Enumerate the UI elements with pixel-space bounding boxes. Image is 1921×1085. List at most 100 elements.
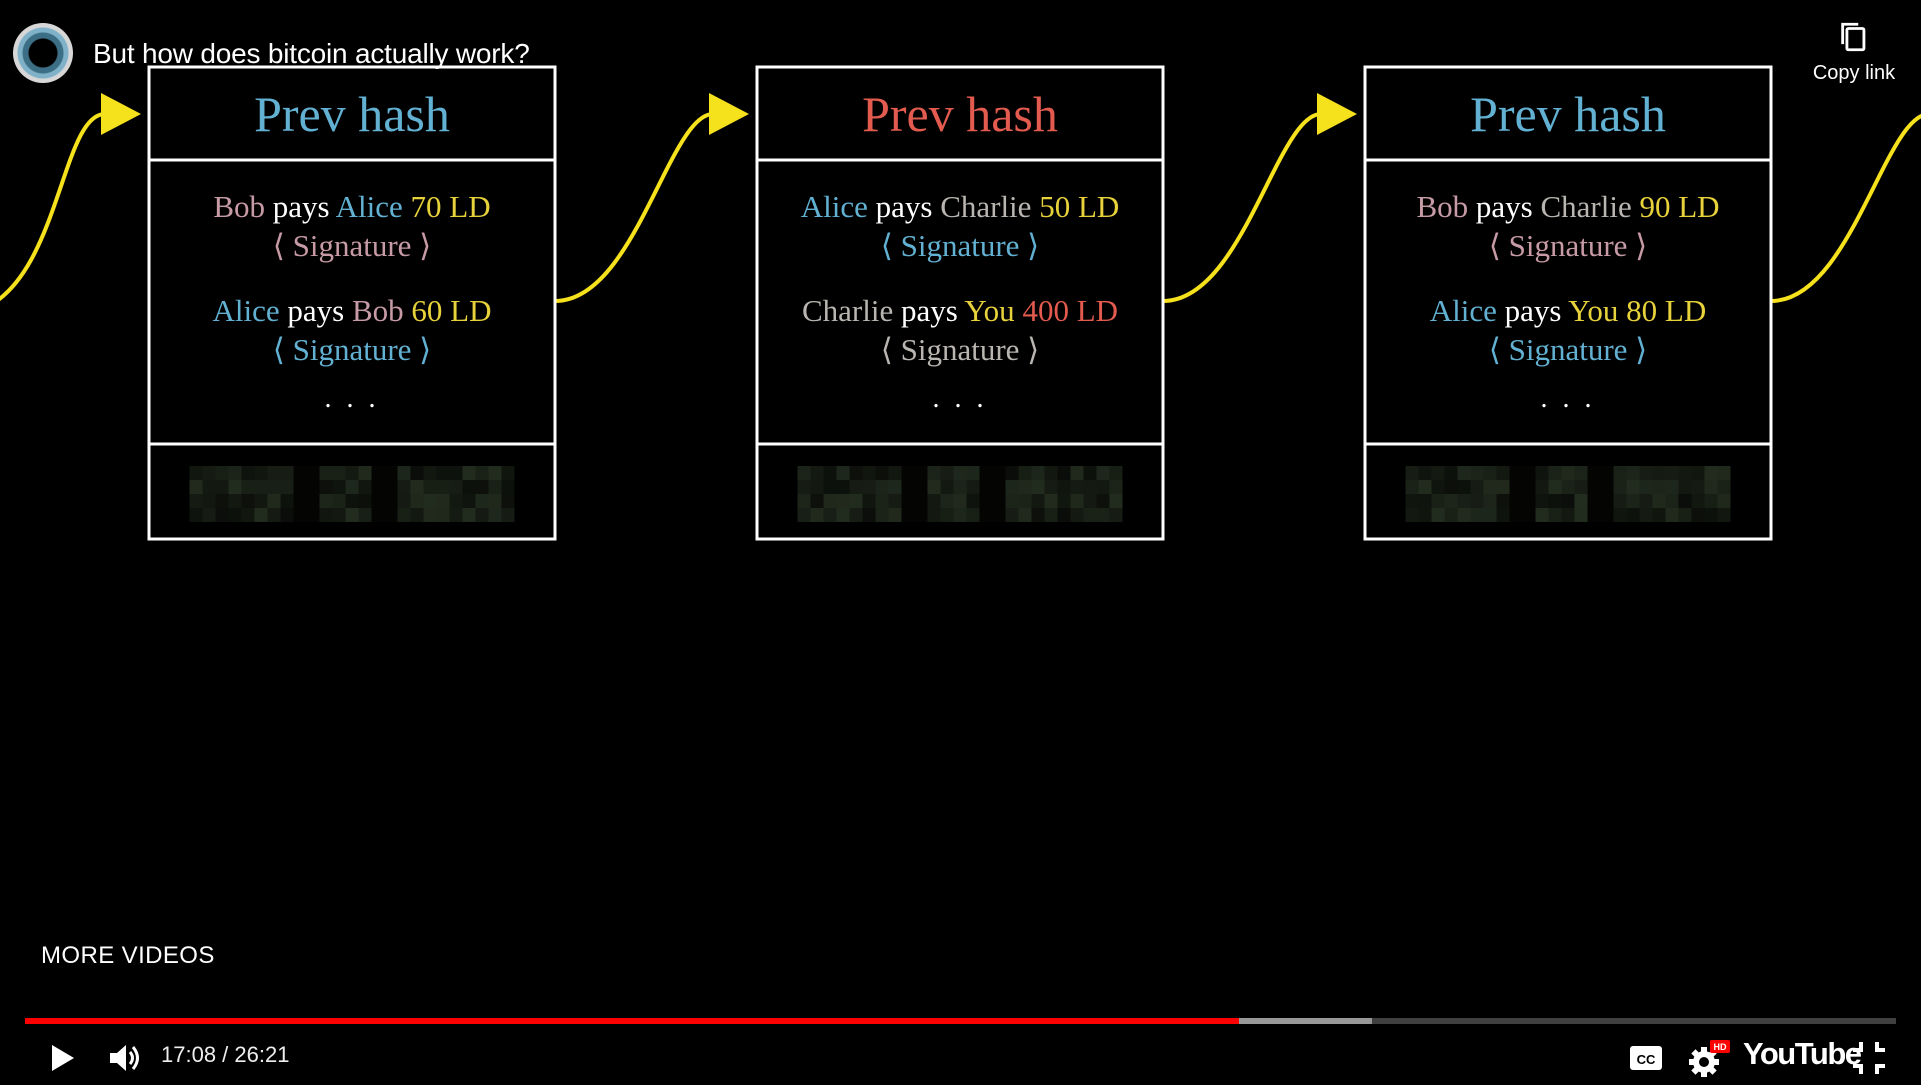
- pixel-cell: [810, 466, 824, 480]
- signature: ⟨ Signature ⟩: [881, 228, 1040, 263]
- pixel-cell: [1405, 480, 1419, 494]
- video-player[interactable]: Prev hash Bob pays Alice 70 LD ⟨ Signature…: [0, 0, 1921, 1080]
- pixel-cell: [1561, 466, 1575, 480]
- transaction-part: 60 LD: [404, 293, 492, 328]
- pixel-cell: [953, 508, 967, 522]
- pixel-cell: [1005, 508, 1019, 522]
- pixel-cell: [836, 466, 850, 480]
- pixel-cell: [475, 494, 489, 508]
- pixel-cell: [1574, 494, 1588, 508]
- pixel-cell: [462, 508, 476, 522]
- transaction-part: Bob: [213, 189, 265, 224]
- pixel-cell: [423, 480, 437, 494]
- exit-fullscreen-button[interactable]: [1849, 1038, 1889, 1078]
- pixel-cell: [836, 494, 850, 508]
- pixel-cell: [280, 508, 294, 522]
- pixel-cell: [1083, 480, 1097, 494]
- pixel-cell: [1613, 480, 1627, 494]
- pixel-cell: [927, 508, 941, 522]
- volume-button[interactable]: [104, 1036, 148, 1080]
- closed-captions-icon: CC: [1630, 1046, 1662, 1070]
- pixel-cell: [1561, 480, 1575, 494]
- closed-captions-button[interactable]: CC: [1626, 1040, 1666, 1076]
- copy-link-button[interactable]: Copy link: [1809, 20, 1899, 85]
- pixel-cell: [1044, 466, 1058, 480]
- settings-button[interactable]: HD: [1686, 1036, 1734, 1080]
- chain-arrow: [554, 112, 714, 303]
- pixel-cell: [1083, 508, 1097, 522]
- pixel-cell: [953, 494, 967, 508]
- pixel-cell: [875, 466, 889, 480]
- pixel-cell: [1717, 466, 1731, 480]
- pixel-cell: [1418, 480, 1432, 494]
- pixel-cell: [1096, 494, 1110, 508]
- pixel-cell: [1044, 480, 1058, 494]
- pixel-cell: [901, 494, 915, 508]
- pixel-cell: [1600, 466, 1614, 480]
- pixel-cell: [345, 494, 359, 508]
- block-header: Prev hash: [1470, 86, 1666, 142]
- progress-played: [25, 1018, 1240, 1024]
- pixel-cell: [501, 480, 515, 494]
- pixel-cell: [488, 480, 502, 494]
- pixel-cell: [1626, 466, 1640, 480]
- pixel-cell: [1444, 508, 1458, 522]
- pixel-cell: [1496, 480, 1510, 494]
- pixel-cell: [1431, 508, 1445, 522]
- pixel-cell: [1431, 466, 1445, 480]
- pixel-cell: [319, 480, 333, 494]
- transaction-part: Alice: [1430, 293, 1497, 328]
- pixel-cell: [1678, 466, 1692, 480]
- pixel-cell: [914, 466, 928, 480]
- pixel-cell: [1418, 508, 1432, 522]
- pixel-cell: [823, 480, 837, 494]
- pixel-cell: [293, 466, 307, 480]
- chain-arrow: [0, 112, 106, 301]
- pixel-cell: [280, 494, 294, 508]
- channel-avatar[interactable]: [13, 23, 73, 83]
- pixel-cell: [1613, 494, 1627, 508]
- progress-bar[interactable]: [25, 1018, 1896, 1024]
- pixel-cell: [1109, 494, 1123, 508]
- pixel-cell: [254, 466, 268, 480]
- play-button[interactable]: [40, 1036, 84, 1080]
- pixel-cell: [410, 508, 424, 522]
- pixel-cell: [1431, 494, 1445, 508]
- pixel-cell: [1031, 508, 1045, 522]
- pixel-cell: [254, 508, 268, 522]
- video-title[interactable]: But how does bitcoin actually work?: [93, 38, 530, 70]
- pixel-cell: [436, 466, 450, 480]
- pixel-cell: [823, 494, 837, 508]
- pixel-cell: [241, 508, 255, 522]
- svg-text:CC: CC: [1637, 1052, 1656, 1067]
- more-videos-button[interactable]: MORE VIDEOS: [41, 942, 215, 970]
- pixel-cell: [384, 508, 398, 522]
- pixel-cell: [1717, 508, 1731, 522]
- pixel-cell: [1717, 494, 1731, 508]
- chain-arrow: [1770, 114, 1921, 303]
- pixel-cell: [1691, 494, 1705, 508]
- pixel-cell: [345, 480, 359, 494]
- pixel-cell: [241, 466, 255, 480]
- pixel-cell: [345, 508, 359, 522]
- pixel-cell: [979, 494, 993, 508]
- pixel-cell: [849, 466, 863, 480]
- pixel-cell: [836, 480, 850, 494]
- pixel-cell: [1665, 480, 1679, 494]
- transaction-part: You: [1562, 293, 1619, 328]
- pixel-cell: [475, 466, 489, 480]
- pixel-cell: [1691, 466, 1705, 480]
- pixel-cell: [979, 480, 993, 494]
- pixel-cell: [914, 494, 928, 508]
- pixel-cell: [436, 480, 450, 494]
- pixel-cell: [423, 494, 437, 508]
- pixel-cell: [488, 508, 502, 522]
- pixel-cell: [810, 508, 824, 522]
- pixel-cell: [371, 480, 385, 494]
- pixel-cell: [1639, 466, 1653, 480]
- play-icon: [52, 1045, 74, 1071]
- pixel-cell: [293, 480, 307, 494]
- pixel-cell: [875, 480, 889, 494]
- youtube-logo[interactable]: YouTube: [1743, 1036, 1862, 1072]
- pixel-cell: [953, 480, 967, 494]
